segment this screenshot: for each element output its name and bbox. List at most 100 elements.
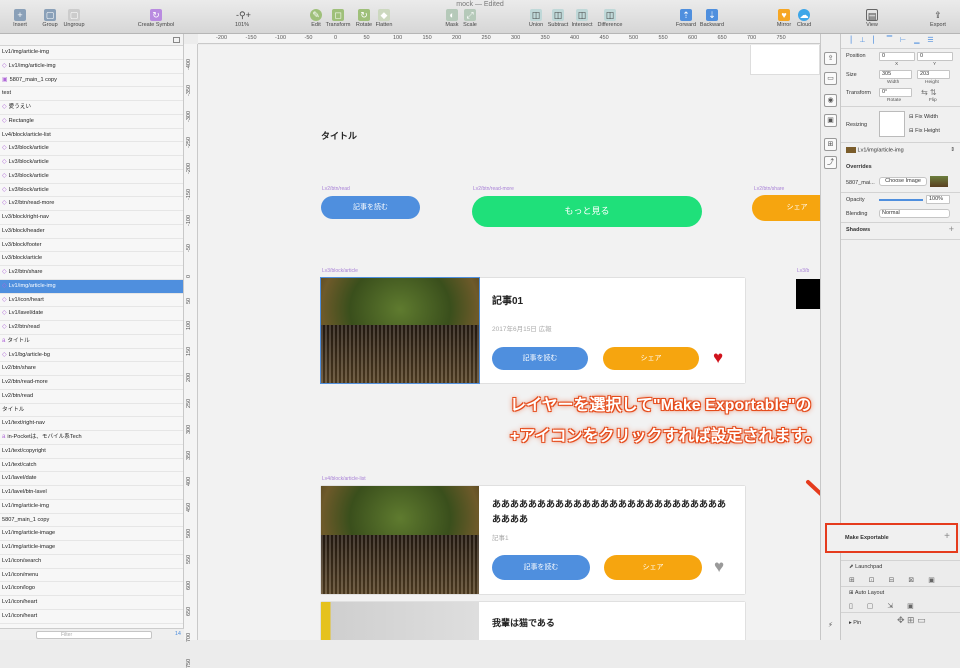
layer-row[interactable]: ◇ Lv1/lavel/date [0,307,183,321]
layer-row[interactable]: ◇ Lv2/btn/share [0,266,183,280]
heart-icon[interactable]: ♥ [713,349,723,366]
layer-row[interactable]: ◇ Lv2/btn/read-more [0,197,183,211]
layer-row[interactable]: ◇ Lv1/bg/article-bg [0,349,183,363]
layer-row[interactable]: Lv1/icon/heart [0,610,183,624]
cloud-button[interactable]: ☁ Cloud [784,9,824,28]
height-field[interactable]: 203 [917,70,950,79]
layer-row[interactable]: Lv3/block/footer [0,239,183,253]
flip-icon[interactable]: ⇆ ⇅ [921,88,937,97]
x-field[interactable]: 0 [879,52,915,61]
layer-row[interactable]: Lv1/lavel/btn-lavel [0,486,183,500]
layer-row[interactable]: ◇ Lv1/icon/heart [0,294,183,308]
filter-input[interactable]: Filter [36,631,152,639]
article-1-read-button[interactable]: 記事を読む [492,347,588,370]
layer-row[interactable]: ◇ Lv3/block/article [0,156,183,170]
layer-row[interactable]: ◇ Lv1/img/article-img [0,279,183,294]
width-field[interactable]: 305 [879,70,912,79]
share-button[interactable]: シェア [752,195,820,221]
layer-row[interactable]: タイトル [0,404,183,418]
layer-row[interactable]: Lv1/img/article-img [0,500,183,514]
layer-row[interactable]: Lv1/img/article-img [0,46,183,60]
layer-row[interactable]: ▣ 5807_main_1 copy [0,74,183,88]
layer-row[interactable]: Lv2/btn/read [0,390,183,404]
pin-controls[interactable]: ✥ ⊞ ▭ [897,615,926,626]
zoom-control[interactable]: -⚲+ 101% [222,9,262,28]
backward-button[interactable]: ⇣ Backward [692,9,732,28]
add-shadow-icon[interactable]: + [949,224,954,234]
auto-layout-tools[interactable]: ▯ ▢ ⇲ ▣ [849,602,920,610]
print-icon[interactable]: ▭ [824,72,837,85]
export-button[interactable]: ⇪ Export [918,9,958,28]
layer-row[interactable]: Lv1/icon/menu [0,569,183,583]
fix-height[interactable]: ⊟ Fix Height [909,128,940,134]
symbol-selector[interactable]: Lv1/img/article-img ⇕ [846,147,955,153]
more-button[interactable]: もっと見る [472,196,702,227]
scale-button[interactable]: ⤢ Scale [450,9,490,28]
lightning-icon[interactable]: ⚡ [824,620,837,633]
layer-row[interactable]: ◇ Lv3/block/article [0,184,183,198]
layer-row[interactable]: ◇ Lv3/block/article [0,142,183,156]
ungroup-button[interactable]: ▢ Ungroup [54,9,94,28]
layer-row[interactable]: Lv1/lavel/date [0,472,183,486]
layer-row[interactable]: Lv1/text/right-nav [0,417,183,431]
layer-row[interactable]: Lv4/block/article-list [0,129,183,143]
plugin-launchpad[interactable]: ⬈ Launchpad [849,564,882,570]
y-field[interactable]: 0 [917,52,953,61]
layer-row[interactable]: ◇ Lv2/btn/read [0,321,183,335]
layer-row[interactable]: Lv1/icon/search [0,555,183,569]
view-button[interactable]: ▤ View [852,9,892,28]
fix-width[interactable]: ⊟ Fix Width [909,114,938,120]
article-2-share-button[interactable]: シェア [604,555,702,580]
layer-row[interactable]: Lv2/btn/read-more [0,376,183,390]
make-exportable-section[interactable]: Make Exportable + [825,523,958,553]
opacity-slider[interactable] [879,199,923,201]
layer-row[interactable]: a タイトル [0,335,183,349]
plugin-pin[interactable]: ▸ Pin [849,620,861,626]
component-icon[interactable]: ⊞ [824,138,837,151]
blending-select[interactable]: Normal [879,209,950,218]
article-card-3[interactable]: 我輩は猫である [321,602,745,640]
layer-row[interactable]: test [0,87,183,101]
layer-row[interactable]: Lv1/img/article-image [0,541,183,555]
resizing-control[interactable] [879,111,905,137]
article-card-1[interactable]: 記事01 2017年6月15日 広報 記事を読む シェア ♥ [320,277,745,384]
add-export-icon[interactable]: + [944,531,950,542]
choose-image-button[interactable]: Choose Image [879,177,927,186]
layer-row[interactable]: Lv1/img/article-image [0,527,183,541]
align-toolbar[interactable]: ▕ ⊥ ▏ ▔ ⊢ ▁ ☰ [846,36,955,46]
layer-row[interactable]: ◇ Lv1/img/article-img [0,60,183,74]
camera-icon[interactable]: ◉ [824,94,837,107]
layer-row[interactable]: Lv1/icon/heart [0,596,183,610]
layer-row[interactable]: Lv1/icon/logo [0,582,183,596]
opacity-field[interactable]: 100% [926,195,950,204]
layer-row[interactable]: ◇ 愛うえい [0,101,183,115]
share-export-icon[interactable]: ⇪ [824,52,837,65]
collapse-icon[interactable] [173,37,180,43]
article-2-read-button[interactable]: 記事を読む [492,555,590,580]
plugin-auto-layout[interactable]: ⊞ Auto Layout [849,590,884,596]
layer-row[interactable]: Lv3/block/header [0,225,183,239]
article-card-2[interactable]: ああああああああああああああああああああああああああああああ 記事1 記事を読む… [321,486,745,594]
article-1-share-button[interactable]: シェア [603,347,699,370]
layer-row[interactable]: ◇ Rectangle [0,115,183,129]
canvas[interactable]: タイトル Lv2/btn/read 記事を読む Lv2/btn/read-mor… [198,45,820,640]
article-image-1[interactable] [320,277,480,384]
layer-row[interactable]: a in-Pocketは、モバイル系Tech [0,431,183,445]
heart-outline-icon[interactable]: ♥ [714,558,724,575]
layer-row[interactable]: Lv3/block/article [0,252,183,266]
layer-label: Lv1/icon/menu [2,571,39,578]
create-symbol-button[interactable]: ↻ Create Symbol [134,9,178,28]
layer-row[interactable]: Lv2/btn/share [0,362,183,376]
difference-button[interactable]: ◫ Difference [590,9,630,28]
flatten-button[interactable]: ◆ Flatten [364,9,404,28]
preview-icon[interactable]: ▣ [824,114,837,127]
layer-row[interactable]: Lv3/block/right-nav [0,211,183,225]
layer-row[interactable]: ◇ Lv3/block/article [0,170,183,184]
link-icon[interactable]: ⤴ [824,156,837,169]
layer-row[interactable]: Lv1/text/catch [0,459,183,473]
rotate-field[interactable]: 0° [879,88,912,97]
read-button[interactable]: 記事を読む [321,196,420,219]
layer-row[interactable]: Lv1/text/copyright [0,445,183,459]
launchpad-tools[interactable]: ⊞ ⊡ ⊟ ⊠ ▣ [849,576,941,584]
layer-row[interactable]: 5807_main_1 copy [0,514,183,528]
